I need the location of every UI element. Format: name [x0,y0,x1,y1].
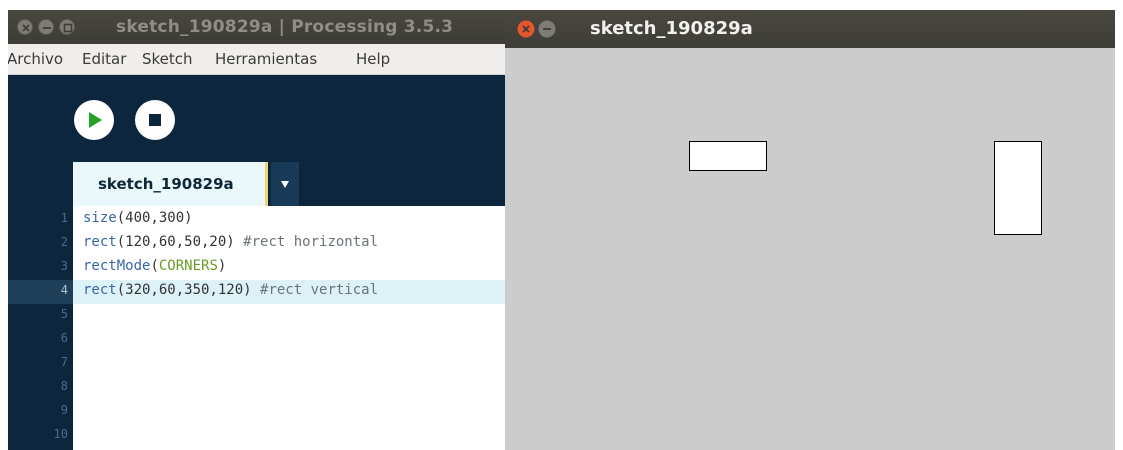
close-icon[interactable] [17,19,33,35]
menu-archivo[interactable]: Archivo [8,50,63,68]
line-number: 1 [60,211,68,225]
line-number: 2 [60,235,68,249]
sketch-window: sketch_190829a [505,10,1115,450]
line-number: 10 [53,427,68,441]
line-number: 6 [60,331,68,345]
sketch-canvas[interactable] [505,48,1115,450]
line-number: 9 [60,403,68,417]
code-line[interactable]: rect(320,60,350,120) #rect vertical [83,278,378,302]
minimize-icon[interactable] [38,19,54,35]
code-line[interactable]: size(400,300) [83,206,193,230]
code-token: ( [150,258,159,274]
stop-icon [149,114,161,126]
chevron-down-icon [281,181,289,188]
code-token: (320,60,350,120) [116,282,261,298]
menubar: Archivo Editar Sketch Herramientas Help [8,44,510,75]
menu-help[interactable]: Help [356,50,390,68]
tab-menu-button[interactable] [271,162,299,206]
code-token: size [83,210,117,226]
code-line[interactable]: rect(120,60,50,20) #rect horizontal [83,230,378,254]
code-token: #rect horizontal [243,234,379,250]
code-token: (120,60,50,20) [116,234,244,250]
run-button[interactable] [74,100,114,140]
ide-title: sketch_190829a | Processing 3.5.3 [116,17,454,37]
tab-sketch[interactable]: sketch_190829a [73,162,268,206]
code-token: rectMode [83,258,151,274]
code-token: #rect vertical [260,282,379,298]
menu-herramientas[interactable]: Herramientas [215,50,317,68]
ide-toolbar [8,75,510,175]
sketch-titlebar: sketch_190829a [505,10,1115,48]
ide-titlebar: sketch_190829a | Processing 3.5.3 [8,10,510,44]
code-line[interactable]: rectMode(CORNERS) [83,254,226,278]
tab-label: sketch_190829a [98,175,234,193]
line-number: 8 [60,379,68,393]
code-editor[interactable]: 1 2 3 4 5 6 7 8 9 10 size(400,300) rect(120,60,50,… [8,206,510,450]
menu-editar[interactable]: Editar [82,50,126,68]
line-number: 3 [60,259,68,273]
code-token: rect [83,234,117,250]
line-number: 7 [60,355,68,369]
line-number: 5 [60,307,68,321]
code-token: CORNERS [158,258,218,274]
stop-button[interactable] [135,100,175,140]
code-token: ) [217,258,227,274]
vertical-rect [994,141,1042,235]
horizontal-rect [689,141,767,171]
line-number: 4 [60,283,68,297]
code-token: rect [83,282,117,298]
processing-ide-window: sketch_190829a | Processing 3.5.3 Archiv… [8,10,510,450]
code-token: (400,300) [116,210,193,226]
menu-sketch[interactable]: Sketch [142,50,193,68]
play-icon [89,112,102,128]
close-icon[interactable] [517,20,535,38]
sketch-title: sketch_190829a [590,18,753,39]
maximize-icon[interactable] [59,19,75,35]
minimize-icon[interactable] [538,20,556,38]
